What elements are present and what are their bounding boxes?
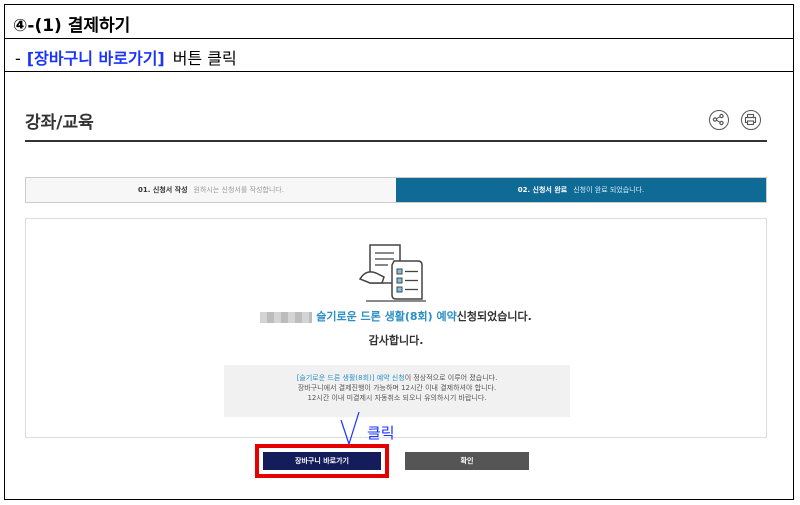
step-1: 01. 신청서 작성 원하시는 신청서를 작성합니다. <box>26 178 396 202</box>
notice-course-link: [슬기로운 드론 생활(8회)] 예약 신청 <box>296 374 405 382</box>
confirm-button[interactable]: 확인 <box>405 452 529 470</box>
print-icon <box>744 113 757 126</box>
notice-line-2: 장바구니에서 결제진행이 가능하며 12시간 이내 결제하셔야 합니다. <box>297 384 497 392</box>
step-1-desc: 원하시는 신청서를 작성합니다. <box>193 186 284 194</box>
progress-steps: 01. 신청서 작성 원하시는 신청서를 작성합니다. 02. 신청서 완료 신… <box>25 177 767 203</box>
share-button[interactable] <box>709 110 729 130</box>
screenshot-area: 강좌/교육 01. 신청서 작성 원하시는 신청서를 작성합니다. 02. 신청… <box>5 72 793 500</box>
notice-line-3: 12시간 이내 미결제시 자동취소 되오니 유의하시기 바랍니다. <box>307 394 487 402</box>
instruction-header: ④-(1) 결제하기 <box>5 5 793 39</box>
callout-click-label: 클릭 <box>367 424 395 442</box>
instruction-dash: - <box>15 49 21 68</box>
cart-button-highlight: 장바구니 바로가기 <box>255 444 389 478</box>
instruction-action: 버튼 클릭 <box>172 49 237 68</box>
notice-box: [슬기로운 드론 생활(8회)] 예약 신청이 정상적으로 이루어 졌습니다. … <box>224 365 570 417</box>
completion-message: 슬기로운 드론 생활(8회) 예약신청되었습니다. <box>26 308 766 324</box>
instruction-highlight: [장바구니 바로가기] <box>26 49 165 68</box>
completion-panel: 슬기로운 드론 생활(8회) 예약신청되었습니다. 감사합니다. [슬기로운 드… <box>25 218 767 438</box>
redacted-name <box>260 311 313 323</box>
page-title: 강좌/교육 <box>25 113 94 133</box>
notice-line-1-suffix: 이 정상적으로 이루어 졌습니다. <box>404 374 498 382</box>
share-icon <box>712 113 724 126</box>
course-name: 슬기로운 드론 생활(8회) 예약 <box>316 310 457 323</box>
instruction-row: - [장바구니 바로가기] 버튼 클릭 <box>5 39 793 72</box>
title-divider <box>25 140 767 142</box>
step-2-desc: 신청이 완료 되었습니다. <box>573 186 645 194</box>
step-1-label: 01. 신청서 작성 <box>138 186 188 194</box>
thanks-message: 감사합니다. <box>368 334 424 347</box>
instruction-step-title: ④-(1) 결제하기 <box>13 16 131 36</box>
completion-suffix: 신청되었습니다. <box>456 310 532 323</box>
step-2: 02. 신청서 완료 신청이 완료 되었습니다. <box>396 178 766 202</box>
notice-line-1: [슬기로운 드론 생활(8회)] 예약 신청이 정상적으로 이루어 졌습니다. <box>224 373 570 383</box>
document-complete-icon <box>358 244 426 302</box>
print-button[interactable] <box>741 110 761 130</box>
cart-button[interactable]: 장바구니 바로가기 <box>263 452 381 470</box>
instruction-text: - [장바구니 바로가기] 버튼 클릭 <box>15 45 237 69</box>
instruction-frame: ④-(1) 결제하기 - [장바구니 바로가기] 버튼 클릭 강좌/교육 01.… <box>4 4 794 500</box>
step-2-label: 02. 신청서 완료 <box>517 186 568 194</box>
